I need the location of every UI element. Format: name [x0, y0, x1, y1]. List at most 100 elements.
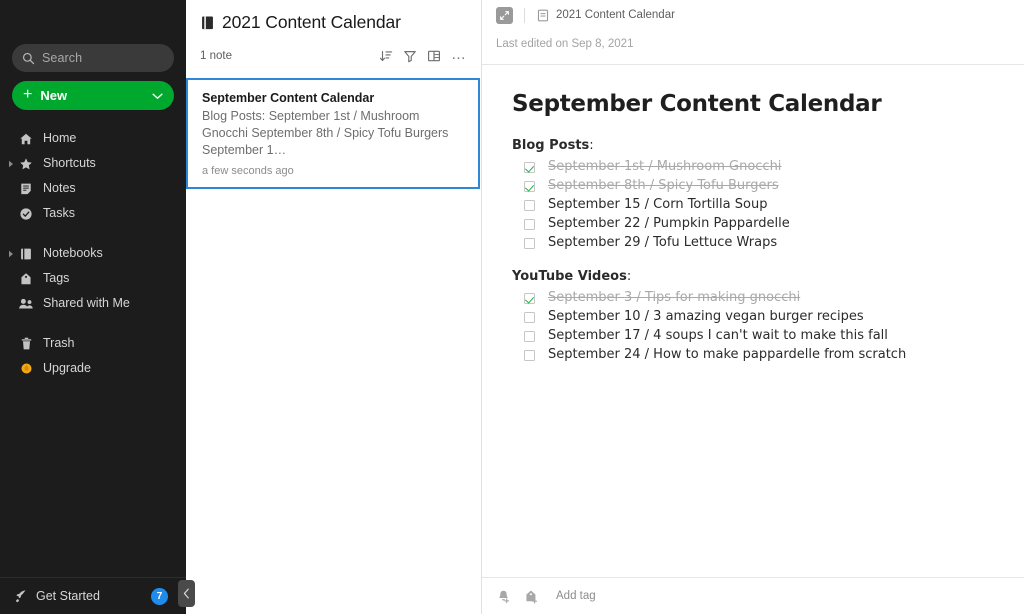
- get-started-button[interactable]: Get Started 7: [0, 577, 186, 614]
- breadcrumb-label: 2021 Content Calendar: [556, 9, 675, 21]
- star-icon: [16, 157, 36, 171]
- section-heading-text: Blog Posts: [512, 138, 590, 153]
- checkbox-unchecked[interactable]: [524, 237, 535, 249]
- sidebar-group-utility: Trash Upgrade: [0, 331, 186, 381]
- shared-people-icon: [16, 297, 36, 311]
- sidebar-item-label: Tags: [43, 271, 70, 286]
- sidebar-item-notes[interactable]: Notes: [0, 176, 186, 201]
- sidebar-item-home[interactable]: Home: [0, 126, 186, 151]
- disclosure-triangle-icon[interactable]: [6, 160, 16, 168]
- note-count: 1 note: [200, 50, 232, 62]
- todo-item[interactable]: September 17 / 4 soups I can't wait to m…: [512, 327, 1024, 345]
- sidebar-item-label: Home: [43, 131, 77, 146]
- todo-label: September 8th / Spicy Tofu Burgers: [548, 178, 779, 194]
- new-button-label: New: [40, 88, 68, 103]
- sidebar-item-label: Notebooks: [43, 246, 103, 261]
- checkbox-unchecked[interactable]: [524, 330, 535, 342]
- sidebar: Search + New Home Shortcuts Notes Tasks …: [0, 0, 195, 614]
- get-started-label: Get Started: [36, 589, 100, 603]
- breadcrumb[interactable]: 2021 Content Calendar: [537, 9, 675, 22]
- notebook-icon: [16, 247, 36, 261]
- todo-label: September 1st / Mushroom Gnocchi: [548, 159, 782, 175]
- add-reminder-icon[interactable]: [496, 589, 511, 604]
- sidebar-group-organization: Notebooks Tags Shared with Me: [0, 241, 186, 316]
- sidebar-item-tags[interactable]: Tags: [0, 266, 186, 291]
- sidebar-item-label: Tasks: [43, 206, 75, 221]
- trash-icon: [16, 337, 36, 351]
- search-input[interactable]: Search: [12, 44, 174, 72]
- note-title[interactable]: September Content Calendar: [512, 91, 1024, 117]
- sidebar-item-label: Trash: [43, 336, 75, 351]
- section-heading: Blog Posts:: [512, 138, 1024, 153]
- editor-header: 2021 Content Calendar Only you: [482, 0, 1024, 30]
- checkbox-unchecked[interactable]: [524, 218, 535, 230]
- filter-icon[interactable]: [403, 49, 417, 63]
- todo-label: September 10 / 3 amazing vegan burger re…: [548, 309, 864, 325]
- note-list-panel: 2021 Content Calendar 1 note … September…: [186, 0, 482, 614]
- chevron-down-icon[interactable]: [152, 92, 163, 99]
- task-check-icon: [16, 207, 36, 221]
- section-heading: YouTube Videos:: [512, 269, 1024, 284]
- todo-item[interactable]: September 10 / 3 amazing vegan burger re…: [512, 308, 1024, 326]
- notebook-title: 2021 Content Calendar: [200, 12, 467, 33]
- add-tag-icon[interactable]: [524, 589, 539, 604]
- sidebar-item-shared-with-me[interactable]: Shared with Me: [0, 291, 186, 316]
- sidebar-item-upgrade[interactable]: Upgrade: [0, 356, 186, 381]
- sidebar-collapse-button[interactable]: [178, 580, 195, 607]
- checkbox-checked[interactable]: [524, 180, 535, 192]
- note-editor-panel: 2021 Content Calendar Only you Last edit…: [482, 0, 1024, 614]
- view-layout-icon[interactable]: [427, 49, 441, 63]
- disclosure-triangle-icon[interactable]: [6, 250, 16, 258]
- expand-collapse-icon[interactable]: [496, 6, 513, 24]
- sidebar-item-label: Shared with Me: [43, 296, 130, 311]
- search-icon: [22, 52, 35, 65]
- editor-footer-left: Add tag: [496, 589, 596, 604]
- note-list-item[interactable]: September Content Calendar Blog Posts: S…: [186, 78, 480, 189]
- note-list-subbar: 1 note …: [200, 43, 467, 69]
- new-button[interactable]: + New: [12, 81, 174, 110]
- header-divider: [524, 7, 525, 23]
- sidebar-item-label: Shortcuts: [43, 156, 96, 171]
- todo-item[interactable]: September 1st / Mushroom Gnocchi: [512, 158, 1024, 176]
- todo-label: September 17 / 4 soups I can't wait to m…: [548, 328, 888, 344]
- note-item-title: September Content Calendar: [202, 91, 375, 105]
- note-item-timestamp: a few seconds ago: [202, 165, 294, 177]
- note-list-header: 2021 Content Calendar 1 note …: [186, 0, 481, 69]
- search-placeholder: Search: [42, 51, 83, 65]
- checkbox-unchecked[interactable]: [524, 199, 535, 211]
- todo-label: September 24 / How to make pappardelle f…: [548, 347, 907, 363]
- editor-header-left: 2021 Content Calendar: [496, 6, 675, 24]
- sort-icon[interactable]: [379, 49, 393, 63]
- get-started-badge: 7: [151, 587, 168, 605]
- todo-item[interactable]: September 29 / Tofu Lettuce Wraps: [512, 234, 1024, 252]
- evernote-app-window: Search + New Home Shortcuts Notes Tasks …: [0, 0, 1024, 614]
- checkbox-checked[interactable]: [524, 292, 535, 304]
- checkbox-unchecked[interactable]: [524, 349, 535, 361]
- editor-footer: Add tag All changes saved: [482, 577, 1024, 614]
- todo-item[interactable]: September 3 / Tips for making gnocchi: [512, 289, 1024, 307]
- todo-item[interactable]: September 15 / Corn Tortilla Soup: [512, 196, 1024, 214]
- sidebar-item-tasks[interactable]: Tasks: [0, 201, 186, 226]
- note-list-toolbar: …: [379, 47, 467, 66]
- add-tag-label[interactable]: Add tag: [556, 590, 596, 602]
- checkbox-checked[interactable]: [524, 161, 535, 173]
- todo-item[interactable]: September 24 / How to make pappardelle f…: [512, 346, 1024, 364]
- checkbox-unchecked[interactable]: [524, 311, 535, 323]
- todo-label: September 22 / Pumpkin Pappardelle: [548, 216, 790, 232]
- editor-body[interactable]: September Content Calendar Blog Posts: S…: [482, 65, 1024, 577]
- chevron-left-icon: [183, 588, 189, 599]
- sidebar-item-trash[interactable]: Trash: [0, 331, 186, 356]
- notebook-icon: [200, 15, 215, 31]
- todo-item[interactable]: September 22 / Pumpkin Pappardelle: [512, 215, 1024, 233]
- tag-icon: [16, 272, 36, 286]
- section-heading-suffix: :: [626, 269, 632, 284]
- todo-label: September 15 / Corn Tortilla Soup: [548, 197, 768, 213]
- todo-item[interactable]: September 8th / Spicy Tofu Burgers: [512, 177, 1024, 195]
- more-options-icon[interactable]: …: [451, 47, 467, 62]
- note-icon: [16, 182, 36, 196]
- home-icon: [16, 132, 36, 146]
- sidebar-item-shortcuts[interactable]: Shortcuts: [0, 151, 186, 176]
- notebook-title-text: 2021 Content Calendar: [222, 12, 401, 32]
- sidebar-item-notebooks[interactable]: Notebooks: [0, 241, 186, 266]
